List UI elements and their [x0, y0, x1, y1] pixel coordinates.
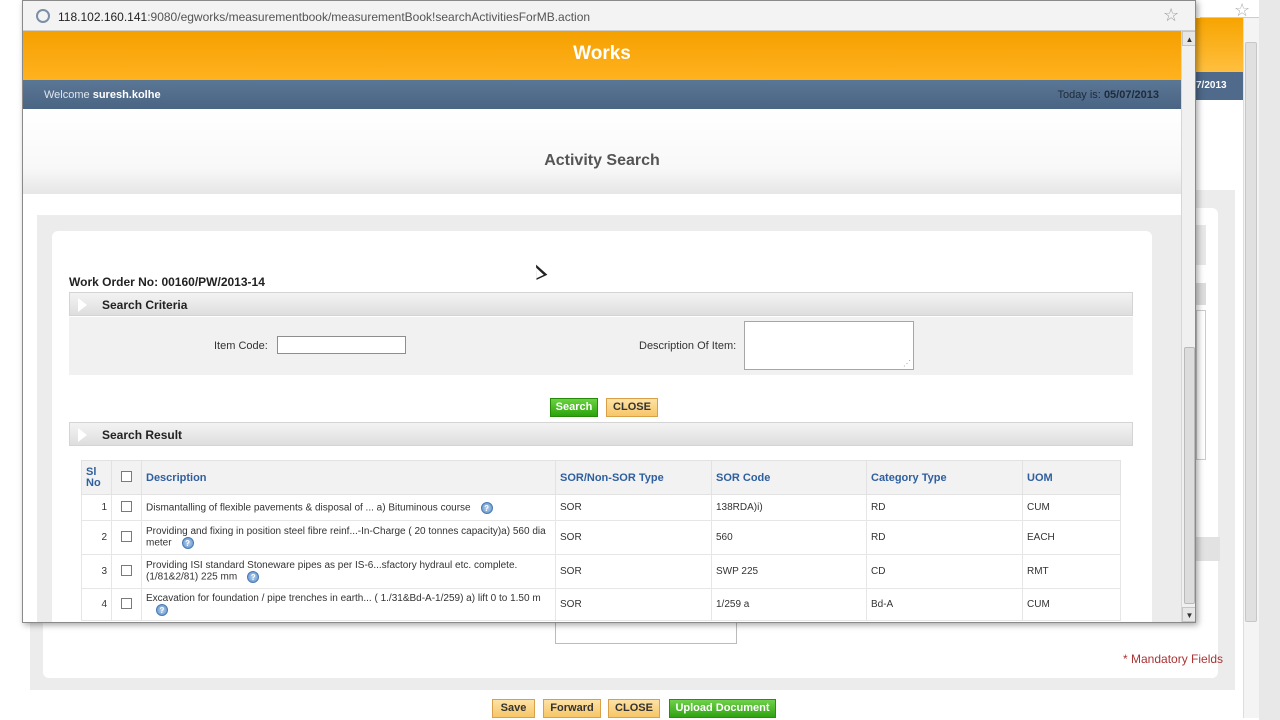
- row-sl-no: 2: [81, 520, 112, 555]
- info-icon[interactable]: ?: [247, 571, 260, 583]
- row-checkbox[interactable]: [121, 530, 132, 542]
- mandatory-fields-note: * Mandatory Fields: [1123, 652, 1224, 666]
- info-icon[interactable]: ?: [181, 537, 194, 549]
- activity-search-popup: 118.102.160.141:9080/egworks/measurement…: [22, 0, 1196, 623]
- row-sor-code: 138RDA)i): [711, 494, 867, 521]
- row-checkbox[interactable]: [121, 597, 132, 609]
- chevron-right-icon: [78, 425, 90, 443]
- parent-date-fragment: 7/2013: [1190, 72, 1245, 100]
- column-header-sor-code: SOR Code: [711, 460, 867, 495]
- resize-grip-icon[interactable]: ⋰: [903, 359, 911, 368]
- column-header-category: Category Type: [866, 460, 1023, 495]
- row-description: Providing and fixing in position steel f…: [141, 520, 556, 555]
- row-uom: CUM: [1022, 588, 1121, 621]
- select-all-checkbox[interactable]: [121, 470, 132, 482]
- table-header-row: Sl No Description SOR/Non-SOR Type SOR C…: [81, 460, 1121, 495]
- app-title: Works: [573, 43, 631, 64]
- row-description: Excavation for foundation / pipe trenche…: [141, 588, 556, 621]
- app-header: Works: [23, 31, 1181, 80]
- item-code-input[interactable]: [277, 336, 406, 354]
- parent-field: [1196, 283, 1206, 305]
- row-select-cell: [111, 588, 142, 621]
- parent-scrollbar-thumb[interactable]: [1245, 42, 1257, 622]
- upload-document-button[interactable]: Upload Document: [669, 699, 776, 718]
- select-all-cell: [111, 460, 142, 495]
- scrollbar-thumb[interactable]: [1184, 347, 1195, 604]
- row-category: RD: [866, 520, 1023, 555]
- row-description: Providing ISI standard Stoneware pipes a…: [141, 554, 556, 589]
- table-row[interactable]: 3 Providing ISI standard Stoneware pipes …: [81, 554, 1121, 589]
- scroll-down-icon[interactable]: ▼: [1182, 607, 1195, 622]
- row-sor-type: SOR: [555, 494, 712, 521]
- search-result-header[interactable]: Search Result: [69, 422, 1133, 446]
- row-sor-type: SOR: [555, 520, 712, 555]
- globe-icon: [36, 9, 50, 23]
- row-sl-no: 3: [81, 554, 112, 589]
- parent-action-bar: Save Forward CLOSE Upload Document: [0, 699, 1280, 720]
- row-category: Bd-A: [866, 588, 1023, 621]
- row-checkbox[interactable]: [121, 500, 132, 512]
- welcome-text: Welcome suresh.kolhe: [44, 89, 161, 101]
- url-text[interactable]: 118.102.160.141:9080/egworks/measurement…: [58, 10, 590, 24]
- row-sor-code: SWP 225: [711, 554, 867, 589]
- column-header-sl-no: Sl No: [81, 460, 112, 495]
- row-checkbox[interactable]: [121, 564, 132, 576]
- work-order-number: Work Order No: 00160/PW/2013-14: [69, 275, 265, 289]
- parent-header: [1190, 18, 1245, 72]
- item-code-label: Item Code:: [214, 340, 268, 352]
- search-result-table: Sl No Description SOR/Non-SOR Type SOR C…: [81, 460, 1121, 621]
- popup-scrollbar[interactable]: ▲ ▼: [1181, 31, 1195, 622]
- bookmark-star-icon[interactable]: ☆: [1163, 5, 1179, 26]
- column-header-sor-type: SOR/Non-SOR Type: [555, 460, 712, 495]
- parent-description-textarea[interactable]: [555, 622, 737, 644]
- chevron-right-icon: [78, 295, 90, 313]
- row-sl-no: 4: [81, 588, 112, 621]
- row-sl-no: 1: [81, 494, 112, 521]
- row-select-cell: [111, 554, 142, 589]
- table-row[interactable]: 2 Providing and fixing in position steel …: [81, 520, 1121, 555]
- parent-close-button[interactable]: CLOSE: [608, 699, 660, 718]
- row-select-cell: [111, 520, 142, 555]
- today-date: Today is: 05/07/2013: [1057, 89, 1159, 101]
- row-uom: EACH: [1022, 520, 1121, 555]
- parent-field: [1196, 225, 1206, 265]
- save-button[interactable]: Save: [492, 699, 535, 718]
- page-title: Activity Search: [544, 152, 660, 169]
- description-label: Description Of Item:: [639, 340, 737, 352]
- info-icon[interactable]: ?: [156, 604, 168, 616]
- column-header-description: Description: [141, 460, 556, 495]
- row-sor-type: SOR: [555, 588, 712, 621]
- row-sor-code: 1/259 a: [711, 588, 867, 621]
- parent-textarea[interactable]: [1196, 310, 1206, 460]
- parent-field: [1196, 537, 1220, 561]
- row-category: CD: [866, 554, 1023, 589]
- close-button[interactable]: CLOSE: [606, 398, 658, 417]
- row-uom: CUM: [1022, 494, 1121, 521]
- description-textarea[interactable]: ⋰: [744, 321, 914, 370]
- row-sor-type: SOR: [555, 554, 712, 589]
- row-category: RD: [866, 494, 1023, 521]
- row-uom: RMT: [1022, 554, 1121, 589]
- column-header-uom: UOM: [1022, 460, 1121, 495]
- popup-content: Works Welcome suresh.kolhe Today is: 05/…: [23, 31, 1181, 622]
- row-select-cell: [111, 494, 142, 521]
- search-criteria-header[interactable]: Search Criteria: [69, 292, 1133, 316]
- info-icon[interactable]: ?: [480, 501, 493, 514]
- address-bar[interactable]: 118.102.160.141:9080/egworks/measurement…: [23, 1, 1195, 31]
- window-edge: [1259, 0, 1280, 720]
- row-description: Dismantalling of flexible pavements & di…: [141, 494, 556, 521]
- table-row[interactable]: 1 Dismantalling of flexible pavements & d…: [81, 494, 1121, 521]
- scroll-up-icon[interactable]: ▲: [1182, 31, 1195, 46]
- user-bar: Welcome suresh.kolhe Today is: 05/07/201…: [23, 80, 1181, 109]
- row-sor-code: 560: [711, 520, 867, 555]
- table-row[interactable]: 4 Excavation for foundation / pipe trench…: [81, 588, 1121, 621]
- search-button[interactable]: Search: [550, 398, 598, 417]
- forward-button[interactable]: Forward: [543, 699, 601, 718]
